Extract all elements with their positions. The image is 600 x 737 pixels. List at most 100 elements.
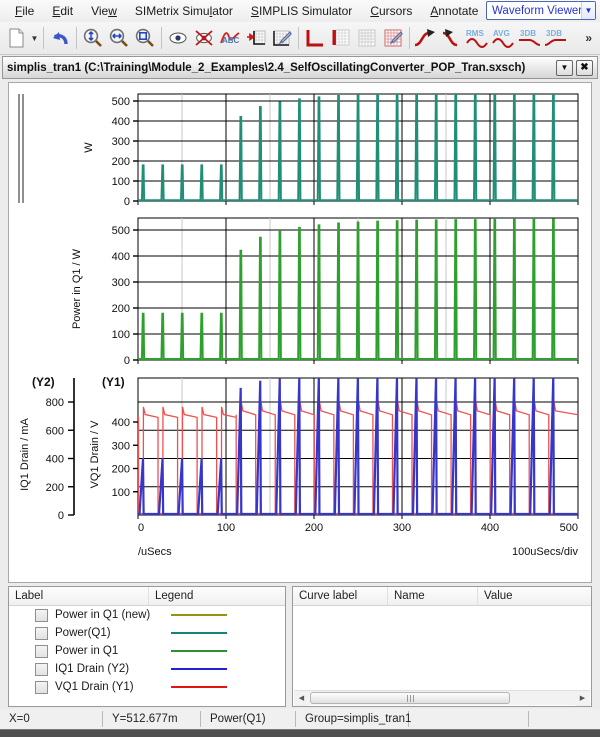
svg-text:400: 400	[112, 116, 130, 128]
svg-text:0: 0	[124, 196, 130, 208]
svg-text:AVG: AVG	[493, 29, 510, 38]
avg-measure-icon: AVG	[491, 27, 517, 49]
scrollbar-thumb[interactable]	[310, 692, 510, 704]
chevron-down-icon: ▼	[561, 63, 569, 72]
name-column-header[interactable]: Name	[388, 587, 478, 605]
menu-simplis-simulator[interactable]: SIMPLIS Simulator	[242, 2, 361, 20]
edit-grid-button[interactable]	[269, 25, 295, 52]
bottom-grid[interactable]: 0100200300400500020040060080010020030040…	[19, 375, 578, 558]
menu-annotate[interactable]: Annotate	[421, 2, 487, 20]
value-column-header[interactable]: Value	[478, 587, 591, 605]
zoom-horizontal-icon	[108, 27, 130, 49]
curve-label: Power in Q1 (new)	[55, 609, 163, 621]
svg-text:W: W	[83, 142, 95, 153]
legend-column-header[interactable]: Legend	[149, 587, 285, 605]
legend-panel-header: Label Legend	[9, 587, 285, 606]
scroll-right-arrow-icon[interactable]: ▶	[575, 691, 590, 706]
svg-text:100: 100	[112, 487, 130, 499]
zoom-horizontal-button[interactable]	[106, 25, 132, 52]
viewer-mode-select[interactable]: Waveform Viewer ▼	[486, 1, 596, 20]
legend-row[interactable]: VQ1 Drain (Y1)	[9, 678, 285, 696]
x-axis-label: /uSecs	[138, 546, 172, 558]
curve-label-column-header[interactable]: Curve label	[293, 587, 388, 605]
waveform-plot[interactable]: 0 100 200 300 400 500 W 0100200300400500Power i…	[10, 84, 590, 581]
curve-label: Power(Q1)	[55, 627, 163, 639]
rms-measure-button[interactable]: RMS	[465, 25, 491, 52]
bandwidth-high-button[interactable]: 3DB	[543, 25, 569, 52]
status-field-2: Power(Q1)	[201, 711, 296, 727]
delete-grid-button[interactable]	[380, 25, 406, 52]
curve-checkbox[interactable]	[35, 645, 48, 658]
scroll-left-arrow-icon[interactable]: ◀	[294, 691, 309, 706]
toolbar-overflow-chevron[interactable]: »	[585, 31, 592, 45]
legend-row[interactable]: Power in Q1	[9, 642, 285, 660]
svg-text:300: 300	[112, 440, 130, 452]
legend-row[interactable]: Power(Q1)	[9, 624, 285, 642]
curve-checkbox[interactable]	[35, 609, 48, 622]
legend-row[interactable]: Power in Q1 (new)	[9, 606, 285, 624]
add-grid-icon	[330, 27, 352, 49]
edit-grid-icon	[271, 27, 293, 49]
svg-text:400: 400	[112, 417, 130, 429]
collapse-button[interactable]: ▼	[556, 60, 573, 76]
toolbar-separator	[409, 27, 410, 49]
svg-text:RMS: RMS	[466, 29, 484, 38]
svg-text:200: 200	[305, 522, 323, 534]
close-icon: ✖	[580, 62, 588, 73]
grid-options-button[interactable]	[354, 25, 380, 52]
zoom-area-icon	[134, 27, 156, 49]
menu-cursors[interactable]: Cursors	[361, 2, 421, 20]
curve-rise-button[interactable]	[413, 25, 439, 52]
bandwidth-low-button[interactable]: 3DB	[517, 25, 543, 52]
zoom-vertical-button[interactable]	[80, 25, 106, 52]
curve-color-swatch	[171, 650, 227, 652]
menu-view[interactable]: View	[82, 2, 126, 20]
chevron-down-icon[interactable]: ▼	[581, 2, 595, 19]
add-grid-button[interactable]	[328, 25, 354, 52]
curve-fall-button[interactable]	[439, 25, 465, 52]
new-file-dropdown-arrow-icon[interactable]: ▼	[29, 25, 40, 52]
hide-curve-button[interactable]	[191, 25, 217, 52]
iq1-drain-curve[interactable]	[138, 377, 578, 514]
menu-simetrix-simulator[interactable]: SIMetrix Simulator	[126, 2, 242, 20]
undo-icon	[49, 27, 71, 49]
svg-text:100: 100	[112, 176, 130, 188]
curve-color-swatch	[171, 686, 227, 688]
waveform-plot-panel[interactable]: 0 100 200 300 400 500 W 0100200300400500Power i…	[8, 82, 592, 583]
svg-text:VQ1 Drain / V: VQ1 Drain / V	[89, 420, 101, 489]
curve-color-swatch	[171, 614, 227, 616]
label-curve-button[interactable]: ABC	[217, 25, 243, 52]
svg-text:300: 300	[112, 136, 130, 148]
svg-text:3DB: 3DB	[520, 29, 536, 38]
horizontal-scrollbar[interactable]: ◀ ▶	[294, 690, 590, 705]
close-button[interactable]: ✖	[576, 60, 593, 76]
svg-text:500: 500	[112, 96, 130, 108]
avg-measure-button[interactable]: AVG	[491, 25, 517, 52]
legend-panel: Label Legend Power in Q1 (new) Power(Q1) P…	[8, 586, 286, 707]
new-file-button[interactable]	[3, 25, 29, 52]
status-field-1: Y=512.677m	[103, 711, 201, 727]
curve-checkbox[interactable]	[35, 681, 48, 694]
menu-edit[interactable]: Edit	[43, 2, 82, 20]
svg-text:100: 100	[217, 522, 235, 534]
undo-button[interactable]	[47, 25, 73, 52]
menu-file[interactable]: File	[6, 2, 43, 20]
svg-text:500: 500	[560, 522, 578, 534]
move-curve-axis-button[interactable]	[243, 25, 269, 52]
top-grid[interactable]: 0100200300400500W	[83, 93, 578, 208]
bandwidth-low-icon: 3DB	[517, 27, 543, 49]
rms-measure-icon: RMS	[465, 27, 491, 49]
new-file-icon	[5, 27, 27, 49]
legend-row[interactable]: IQ1 Drain (Y2)	[9, 660, 285, 678]
power-q1--curve[interactable]	[138, 93, 578, 200]
curve-checkbox[interactable]	[35, 627, 48, 640]
add-axis-button[interactable]	[302, 25, 328, 52]
curve-checkbox[interactable]	[35, 663, 48, 676]
middle-grid[interactable]: 0100200300400500Power in Q1 / W	[71, 218, 578, 367]
svg-text:200: 200	[112, 464, 130, 476]
zoom-area-button[interactable]	[132, 25, 158, 52]
show-curve-button[interactable]	[165, 25, 191, 52]
child-window-titlebar[interactable]: simplis_tran1 (C:\Training\Module_2_Exam…	[2, 56, 598, 79]
power-in-q1-curve[interactable]	[138, 220, 578, 359]
label-column-header[interactable]: Label	[9, 587, 149, 605]
